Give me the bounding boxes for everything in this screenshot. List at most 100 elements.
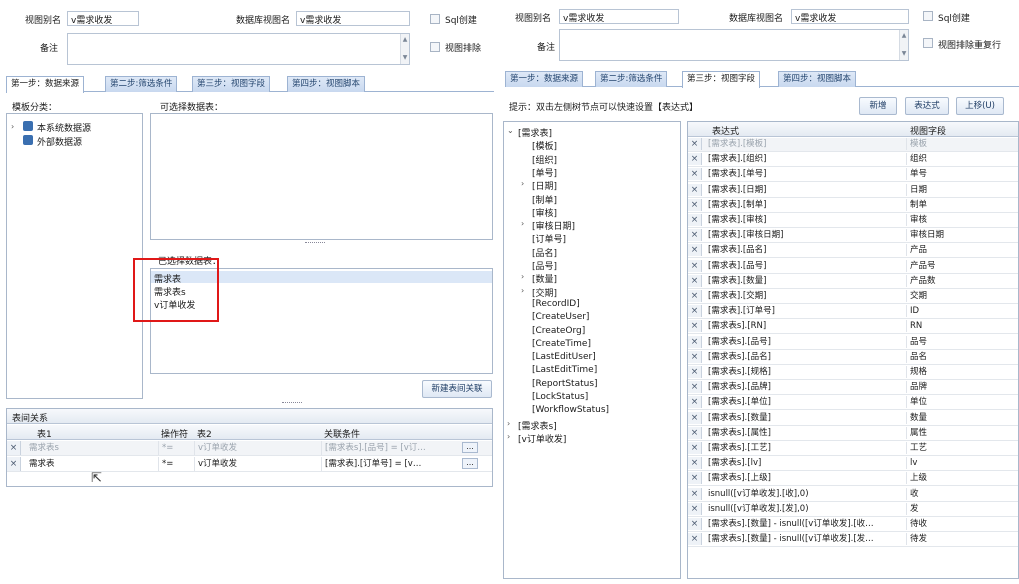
view-field-cell[interactable]: 工艺: [906, 442, 1018, 454]
expression-cell[interactable]: [需求表].[单号]: [708, 168, 904, 180]
tab-data-source[interactable]: 第一步：数据来源: [505, 71, 584, 87]
tab-filter[interactable]: 第二步:筛选条件: [595, 71, 668, 87]
table-row[interactable]: × [需求表].[审核] 审核: [688, 214, 1018, 228]
delete-row-icon[interactable]: ×: [688, 198, 702, 211]
expression-cell[interactable]: [需求表s].[规格]: [708, 366, 904, 378]
splitter-handle[interactable]: [282, 402, 302, 404]
column-header[interactable]: 视图字段: [910, 124, 946, 137]
expand-caret-icon[interactable]: ›: [521, 179, 524, 188]
delete-row-icon[interactable]: ×: [688, 518, 702, 530]
view-field-cell[interactable]: 待发: [906, 533, 1018, 546]
expression-cell[interactable]: isnull([v订单收发].[发],0): [708, 503, 904, 515]
more-button[interactable]: ...: [462, 442, 478, 453]
table-row[interactable]: × [需求表s].[属性] 属性: [688, 426, 1018, 441]
expression-cell[interactable]: [需求表].[组织]: [708, 153, 904, 165]
tree-node[interactable]: [单号]: [532, 166, 557, 179]
table-row[interactable]: × [需求表s].[品号] 品号: [688, 335, 1018, 350]
tree-node[interactable]: [v订单收发]: [518, 432, 566, 445]
view-field-cell[interactable]: 日期: [906, 183, 1018, 196]
expression-cell[interactable]: [需求表s].[单位]: [708, 396, 904, 408]
table-row[interactable]: × [需求表s].[lv] lv: [688, 457, 1018, 472]
delete-row-icon[interactable]: ×: [688, 533, 702, 546]
view-field-cell[interactable]: ID: [906, 305, 1018, 318]
remark-scrollbar[interactable]: ▲ ▼: [899, 30, 908, 60]
expression-cell[interactable]: [需求表s].[lv]: [708, 457, 904, 469]
delete-row-icon[interactable]: ×: [688, 381, 702, 394]
tab-view-fields[interactable]: 第三步：视图字段: [682, 71, 761, 88]
tree-node[interactable]: [品名]: [532, 246, 557, 259]
delete-row-icon[interactable]: ×: [688, 153, 702, 166]
tree-node[interactable]: [交期]: [532, 286, 557, 299]
view-field-cell[interactable]: 品号: [906, 335, 1018, 348]
scroll-up-icon[interactable]: ▲: [900, 32, 908, 40]
view-field-cell[interactable]: 品名: [906, 350, 1018, 363]
table-row[interactable]: × isnull([v订单收发].[发],0) 发: [688, 502, 1018, 517]
tree-node[interactable]: [审核日期]: [532, 219, 575, 232]
table-row[interactable]: × [需求表].[品名] 产品: [688, 244, 1018, 259]
table-row[interactable]: × [需求表s].[工艺] 工艺: [688, 442, 1018, 456]
table-row[interactable]: × [需求表].[单号] 单号: [688, 168, 1018, 183]
delete-row-icon[interactable]: ×: [688, 442, 702, 454]
expression-cell[interactable]: [需求表s].[上级]: [708, 472, 904, 484]
view-field-cell[interactable]: 产品数: [906, 274, 1018, 287]
splitter-handle[interactable]: [305, 242, 325, 244]
delete-row-icon[interactable]: ×: [7, 441, 21, 455]
expression-cell[interactable]: [需求表].[交期]: [708, 290, 904, 302]
tree-node[interactable]: [CreateUser]: [532, 312, 589, 322]
expression-cell[interactable]: [需求表].[订单号]: [708, 305, 904, 317]
sort-checkbox[interactable]: [923, 38, 933, 48]
delete-row-icon[interactable]: ×: [688, 502, 702, 515]
table-row[interactable]: × [需求表s].[数量] - isnull([v订单收发].[发… 待发: [688, 533, 1018, 548]
tab-view-fields[interactable]: 第三步：视图字段: [192, 76, 271, 92]
column-header[interactable]: 操作符: [161, 427, 188, 440]
expression-cell[interactable]: [需求表s].[数量] - isnull([v订单收发].[收…: [708, 518, 904, 530]
table-row[interactable]: × [需求表s].[单位] 单位: [688, 396, 1018, 411]
delete-row-icon[interactable]: ×: [7, 457, 21, 471]
view-field-cell[interactable]: 属性: [906, 426, 1018, 439]
tab-filter[interactable]: 第二步:筛选条件: [105, 76, 178, 92]
sort-checkbox[interactable]: [430, 42, 440, 52]
view-alias-input[interactable]: v需求收发: [67, 11, 139, 26]
remark-scrollbar[interactable]: ▲ ▼: [400, 34, 409, 64]
expression-button[interactable]: 表达式: [905, 97, 949, 115]
tree-node[interactable]: [LockStatus]: [532, 392, 588, 402]
add-button[interactable]: 新增: [859, 97, 897, 115]
table-row[interactable]: × [需求表s].[数量] - isnull([v订单收发].[收… 待收: [688, 518, 1018, 532]
view-field-cell[interactable]: 品牌: [906, 381, 1018, 394]
delete-row-icon[interactable]: ×: [688, 168, 702, 181]
table-row[interactable]: × [需求表s].[品牌] 品牌: [688, 381, 1018, 396]
tree-item-external-source[interactable]: 外部数据源: [37, 135, 82, 148]
remark-textarea[interactable]: ▲ ▼: [559, 29, 909, 61]
expand-caret-icon[interactable]: ›: [521, 219, 524, 228]
table-row[interactable]: × [需求表].[品号] 产品号: [688, 259, 1018, 274]
view-field-cell[interactable]: 审核日期: [906, 229, 1018, 242]
tree-item-local-source[interactable]: 本系统数据源: [37, 121, 91, 134]
table-row[interactable]: × [需求表].[模板] 模板: [688, 138, 1018, 152]
table-row[interactable]: × [需求表s].[RN] RN: [688, 320, 1018, 335]
table-row[interactable]: × isnull([v订单收发].[收],0) 收: [688, 487, 1018, 502]
table-row[interactable]: × [需求表].[数量] 产品数: [688, 274, 1018, 289]
tree-node[interactable]: [审核]: [532, 206, 557, 219]
expression-cell[interactable]: [需求表s].[RN]: [708, 320, 904, 332]
tree-node[interactable]: [RecordID]: [532, 299, 580, 309]
view-field-cell[interactable]: 组织: [906, 153, 1018, 166]
expression-cell[interactable]: [需求表s].[品号]: [708, 336, 904, 348]
delete-row-icon[interactable]: ×: [688, 259, 702, 272]
tree-node[interactable]: [品号]: [532, 259, 557, 272]
view-field-cell[interactable]: 数量: [906, 411, 1018, 424]
table-row[interactable]: × [需求表].[订单号] ID: [688, 305, 1018, 320]
expression-cell[interactable]: isnull([v订单收发].[收],0): [708, 488, 904, 500]
delete-row-icon[interactable]: ×: [688, 244, 702, 257]
table-row[interactable]: × [需求表s].[上级] 上级: [688, 472, 1018, 487]
tree-node[interactable]: [模板]: [532, 139, 557, 152]
delete-row-icon[interactable]: ×: [688, 396, 702, 409]
scroll-up-icon[interactable]: ▲: [401, 36, 409, 44]
scroll-down-icon[interactable]: ▼: [900, 50, 908, 58]
tree-node[interactable]: [ReportStatus]: [532, 379, 598, 389]
tab-view-script[interactable]: 第四步：视图脚本: [287, 76, 366, 92]
tree-node[interactable]: [数量]: [532, 272, 557, 285]
view-field-cell[interactable]: 产品号: [906, 259, 1018, 272]
delete-row-icon[interactable]: ×: [688, 457, 702, 470]
view-field-cell[interactable]: 发: [906, 502, 1018, 515]
tree-node[interactable]: [CreateTime]: [532, 339, 591, 349]
